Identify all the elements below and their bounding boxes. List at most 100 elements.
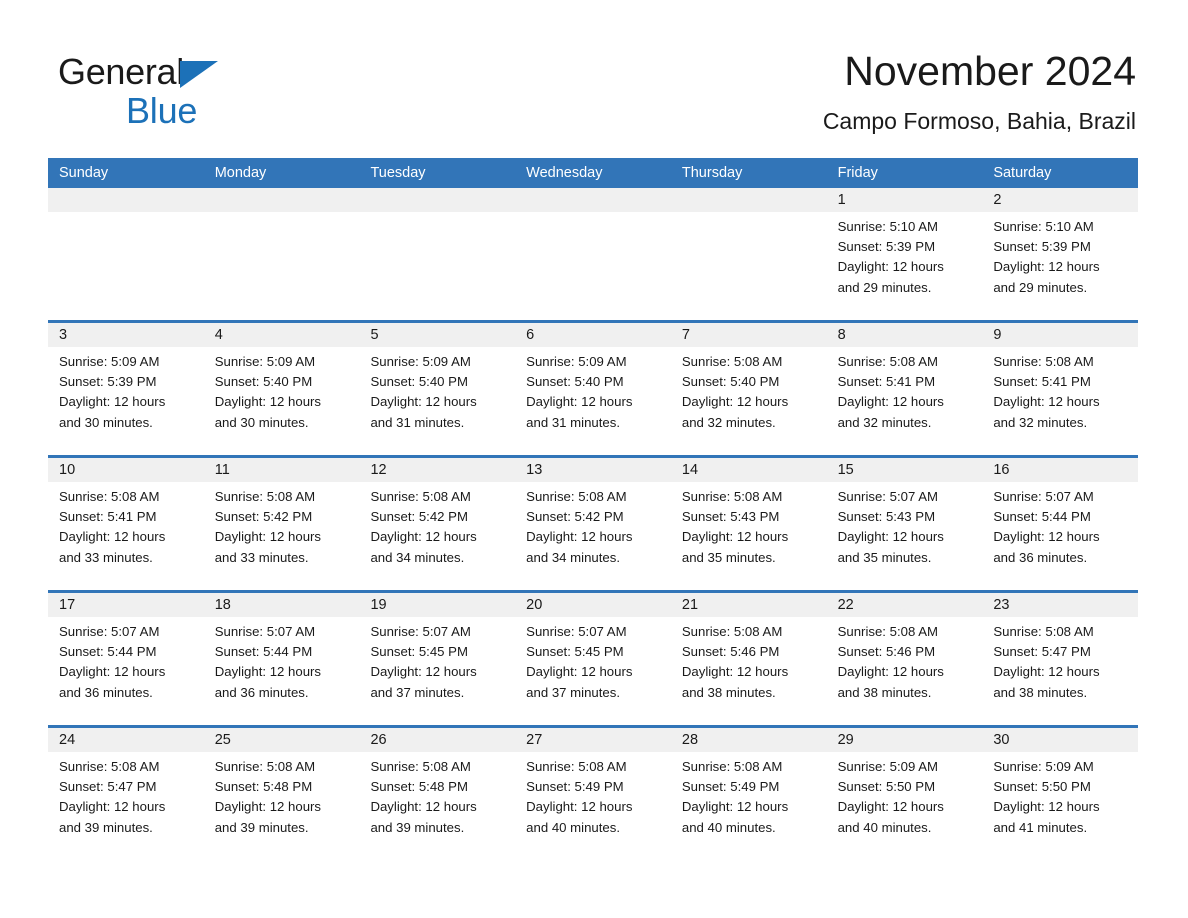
day-details: Sunrise: 5:09 AM Sunset: 5:50 PM Daylight:…: [982, 752, 1138, 838]
day-cell[interactable]: 1 Sunrise: 5:10 AM Sunset: 5:39 PM Daylight…: [826, 188, 983, 320]
sunset-time: Sunset: 5:49 PM: [681, 779, 780, 795]
day-cell[interactable]: 30 Sunrise: 5:09 AM Sunset: 5:50 PM Dayligh…: [982, 728, 1139, 860]
sunset-time: Sunset: 5:45 PM: [526, 644, 624, 660]
sunset-time: Sunset: 5:41 PM: [59, 509, 157, 525]
day-cell[interactable]: 27 Sunrise: 5:08 AM Sunset: 5:49 PM Dayligh…: [515, 728, 671, 860]
day-cell[interactable]: 12 Sunrise: 5:08 AM Sunset: 5:42 PM Dayligh…: [359, 458, 516, 590]
day-number: 21: [681, 597, 699, 613]
weekday-header-sunday: Sunday: [59, 165, 109, 181]
day-number-band: 14: [670, 458, 827, 482]
day-details: Sunrise: 5:08 AM Sunset: 5:46 PM Daylight:…: [827, 617, 983, 703]
day-cell[interactable]: 21 Sunrise: 5:08 AM Sunset: 5:46 PM Dayligh…: [670, 593, 827, 725]
day-cell[interactable]: 22 Sunrise: 5:08 AM Sunset: 5:46 PM Dayligh…: [826, 593, 983, 725]
sunrise-time: Sunrise: 5:08 AM: [370, 759, 471, 774]
day-cell[interactable]: 25 Sunrise: 5:08 AM Sunset: 5:48 PM Dayligh…: [203, 728, 360, 860]
day-cell[interactable]: 11 Sunrise: 5:08 AM Sunset: 5:42 PM Dayligh…: [203, 458, 360, 590]
sunset-time: Sunset: 5:39 PM: [837, 239, 936, 255]
sunset-time: Sunset: 5:43 PM: [681, 509, 780, 525]
day-number-band: 26: [359, 728, 516, 752]
daylight-duration-line2: and 41 minutes.: [993, 819, 1088, 835]
day-number-band: 8: [826, 323, 983, 347]
daylight-duration-line1: Daylight: 12 hours: [993, 259, 1100, 275]
day-cell[interactable]: 20 Sunrise: 5:07 AM Sunset: 5:45 PM Dayligh…: [515, 593, 671, 725]
day-number-band: 11: [203, 458, 360, 482]
sunset-time: Sunset: 5:44 PM: [59, 644, 157, 660]
day-details: Sunrise: 5:10 AM Sunset: 5:39 PM Daylight:…: [982, 212, 1138, 298]
calendar-week-row: 10 Sunrise: 5:08 AM Sunset: 5:41 PM Dayligh…: [48, 455, 1139, 590]
daylight-duration-line2: and 37 minutes.: [526, 684, 620, 700]
sunset-time: Sunset: 5:48 PM: [214, 779, 313, 795]
day-cell[interactable]: 19 Sunrise: 5:07 AM Sunset: 5:45 PM Dayligh…: [359, 593, 516, 725]
daylight-duration-line2: and 40 minutes.: [681, 819, 776, 835]
day-cell[interactable]: 28 Sunrise: 5:08 AM Sunset: 5:49 PM Dayligh…: [670, 728, 827, 860]
weekday-header-wednesday: Wednesday: [526, 165, 603, 181]
day-cell[interactable]: 5 Sunrise: 5:09 AM Sunset: 5:40 PM Daylight…: [359, 323, 516, 455]
calendar-week-row: 24 Sunrise: 5:08 AM Sunset: 5:47 PM Dayligh…: [48, 725, 1139, 860]
day-cell[interactable]: 23 Sunrise: 5:08 AM Sunset: 5:47 PM Dayligh…: [982, 593, 1139, 725]
day-number: 16: [993, 462, 1010, 478]
daylight-duration-line1: Daylight: 12 hours: [837, 664, 944, 680]
day-cell[interactable]: 10 Sunrise: 5:08 AM Sunset: 5:41 PM Dayligh…: [48, 458, 204, 590]
day-details: Sunrise: 5:08 AM Sunset: 5:49 PM Daylight:…: [515, 752, 671, 838]
daylight-duration-line2: and 40 minutes.: [526, 819, 620, 835]
daylight-duration-line2: and 35 minutes.: [837, 549, 932, 565]
daylight-duration-line1: Daylight: 12 hours: [214, 799, 322, 815]
sunrise-time: Sunrise: 5:07 AM: [214, 624, 316, 639]
calendar-weeks: 1 Sunrise: 5:10 AM Sunset: 5:39 PM Daylight…: [48, 188, 1139, 860]
day-number-band: 19: [359, 593, 516, 617]
sunrise-time: Sunrise: 5:08 AM: [214, 759, 316, 774]
daylight-duration-line2: and 29 minutes.: [993, 279, 1088, 295]
day-cell[interactable]: 14 Sunrise: 5:08 AM Sunset: 5:43 PM Dayligh…: [670, 458, 827, 590]
daylight-duration-line1: Daylight: 12 hours: [837, 529, 944, 545]
day-number-band: 4: [203, 323, 360, 347]
day-cell[interactable]: 4 Sunrise: 5:09 AM Sunset: 5:40 PM Daylight…: [203, 323, 360, 455]
day-number-band: 6: [515, 323, 671, 347]
day-cell[interactable]: 24 Sunrise: 5:08 AM Sunset: 5:47 PM Dayligh…: [48, 728, 204, 860]
day-cell[interactable]: 26 Sunrise: 5:08 AM Sunset: 5:48 PM Dayligh…: [359, 728, 516, 860]
day-cell[interactable]: 17 Sunrise: 5:07 AM Sunset: 5:44 PM Dayligh…: [48, 593, 204, 725]
daylight-duration-line1: Daylight: 12 hours: [526, 664, 633, 680]
daylight-duration-line2: and 32 minutes.: [681, 414, 776, 430]
daylight-duration-line1: Daylight: 12 hours: [681, 664, 789, 680]
day-number-band: 17: [48, 593, 204, 617]
day-number: 30: [993, 732, 1010, 748]
day-cell[interactable]: 6 Sunrise: 5:09 AM Sunset: 5:40 PM Daylight…: [515, 323, 671, 455]
day-number-band: 5: [359, 323, 516, 347]
daylight-duration-line2: and 31 minutes.: [370, 414, 465, 430]
day-details: Sunrise: 5:07 AM Sunset: 5:45 PM Daylight:…: [515, 617, 671, 703]
sunrise-time: Sunrise: 5:07 AM: [59, 624, 160, 639]
day-number: 20: [526, 597, 543, 613]
logo-top-row: General: [58, 52, 358, 92]
daylight-duration-line2: and 33 minutes.: [59, 549, 153, 565]
sunrise-time: Sunrise: 5:08 AM: [681, 624, 783, 639]
day-details: Sunrise: 5:09 AM Sunset: 5:50 PM Daylight:…: [827, 752, 983, 838]
sunset-time: Sunset: 5:42 PM: [370, 509, 468, 525]
sunrise-time: Sunrise: 5:10 AM: [837, 219, 939, 234]
daylight-duration-line1: Daylight: 12 hours: [59, 664, 166, 680]
day-number: 1: [837, 192, 846, 208]
day-number-band: 30: [982, 728, 1139, 752]
day-cell[interactable]: 16 Sunrise: 5:07 AM Sunset: 5:44 PM Dayligh…: [982, 458, 1139, 590]
day-cell[interactable]: 7 Sunrise: 5:08 AM Sunset: 5:40 PM Daylight…: [670, 323, 827, 455]
day-cell[interactable]: 13 Sunrise: 5:08 AM Sunset: 5:42 PM Dayligh…: [515, 458, 671, 590]
day-cell[interactable]: 9 Sunrise: 5:08 AM Sunset: 5:41 PM Daylight…: [982, 323, 1139, 455]
day-cell[interactable]: 8 Sunrise: 5:08 AM Sunset: 5:41 PM Daylight…: [826, 323, 983, 455]
day-cell[interactable]: 2 Sunrise: 5:10 AM Sunset: 5:39 PM Daylight…: [982, 188, 1139, 320]
sunset-time: Sunset: 5:40 PM: [681, 374, 780, 390]
day-cell[interactable]: 18 Sunrise: 5:07 AM Sunset: 5:44 PM Dayligh…: [203, 593, 360, 725]
day-cell[interactable]: 15 Sunrise: 5:07 AM Sunset: 5:43 PM Dayligh…: [826, 458, 983, 590]
day-number-band: 28: [670, 728, 827, 752]
day-number-band: 15: [826, 458, 983, 482]
day-cell[interactable]: 29 Sunrise: 5:09 AM Sunset: 5:50 PM Dayligh…: [826, 728, 983, 860]
daylight-duration-line1: Daylight: 12 hours: [214, 394, 322, 410]
daylight-duration-line1: Daylight: 12 hours: [837, 259, 944, 275]
daylight-duration-line2: and 35 minutes.: [681, 549, 776, 565]
daylight-duration-line1: Daylight: 12 hours: [993, 394, 1100, 410]
day-cell[interactable]: 3 Sunrise: 5:09 AM Sunset: 5:39 PM Daylight…: [48, 323, 204, 455]
day-details: Sunrise: 5:07 AM Sunset: 5:44 PM Daylight:…: [204, 617, 360, 703]
generalblue-logo[interactable]: General Blue: [58, 52, 358, 132]
sunset-time: Sunset: 5:47 PM: [59, 779, 157, 795]
daylight-duration-line2: and 39 minutes.: [214, 819, 309, 835]
sunrise-time: Sunrise: 5:08 AM: [681, 489, 783, 504]
daylight-duration-line1: Daylight: 12 hours: [993, 799, 1100, 815]
